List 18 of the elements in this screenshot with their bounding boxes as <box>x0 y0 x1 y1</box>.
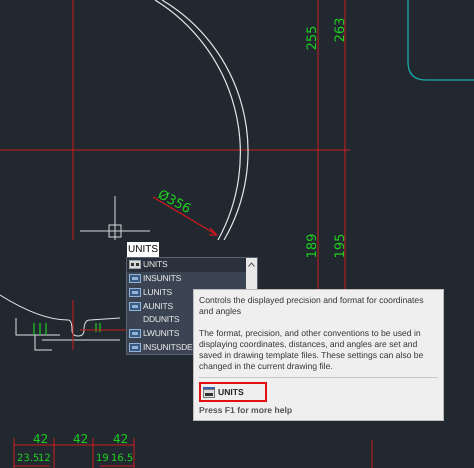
dimension-text: 42 <box>113 432 128 446</box>
command-input[interactable]: UNITS <box>127 242 159 257</box>
dimension-text: 195 <box>333 234 348 258</box>
dimension-text: 263 <box>333 18 348 42</box>
dimension-text: 12 <box>38 453 51 464</box>
suggestion-item[interactable]: INSUNITS <box>127 272 246 286</box>
tooltip-description: The format, precision, and other conventions to be used in displaying coordinates, distances, and angles are set and saved in drawing template files. These settings can also be changed in the current drawing file. <box>199 328 424 372</box>
dimension-text: 42 <box>33 432 48 446</box>
dimension-text: 255 <box>305 26 320 50</box>
dimension-text: 42 <box>73 432 88 446</box>
command-link[interactable]: UNITS <box>199 382 267 402</box>
dimension-text: 19 <box>96 453 109 464</box>
suggestion-item[interactable]: UNITS <box>127 258 246 272</box>
tooltip-summary: Controls the displayed precision and format for coordinates and angles <box>199 295 425 317</box>
dimension-text: 16.5 <box>111 453 134 464</box>
dimension-text: 189 <box>305 234 320 258</box>
dimension-text: 23.5 <box>17 453 40 464</box>
help-hint: Press F1 for more help <box>199 405 294 416</box>
